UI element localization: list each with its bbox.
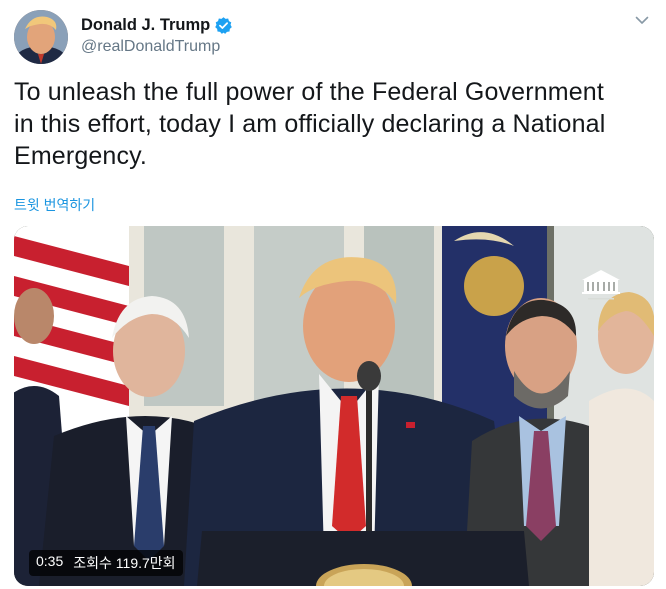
video-view-count: 조회수 119.7만회	[73, 555, 176, 571]
verified-badge-icon	[214, 16, 233, 35]
tweet-card[interactable]: Donald J. Trump @realDonaldTrump To unle…	[0, 0, 666, 589]
video-player[interactable]: 0:35 조회수 119.7만회	[14, 226, 654, 586]
tweet-text: To unleash the full power of the Federal…	[14, 78, 606, 170]
user-handle[interactable]: @realDonaldTrump	[81, 38, 233, 56]
display-name[interactable]: Donald J. Trump	[81, 16, 210, 35]
white-house-logo	[582, 270, 620, 300]
display-name-row: Donald J. Trump	[81, 14, 233, 36]
video-duration: 0:35	[36, 553, 64, 569]
user-names: Donald J. Trump @realDonaldTrump	[81, 14, 233, 56]
avatar[interactable]	[14, 10, 68, 64]
tweet-header: Donald J. Trump @realDonaldTrump	[14, 10, 654, 66]
translate-tweet-link[interactable]: 트윗 번역하기	[14, 195, 95, 215]
video-info-overlay: 0:35 조회수 119.7만회	[29, 550, 183, 576]
avatar-image	[14, 10, 68, 64]
video-frame	[14, 226, 654, 586]
chevron-down-icon[interactable]	[634, 12, 650, 28]
